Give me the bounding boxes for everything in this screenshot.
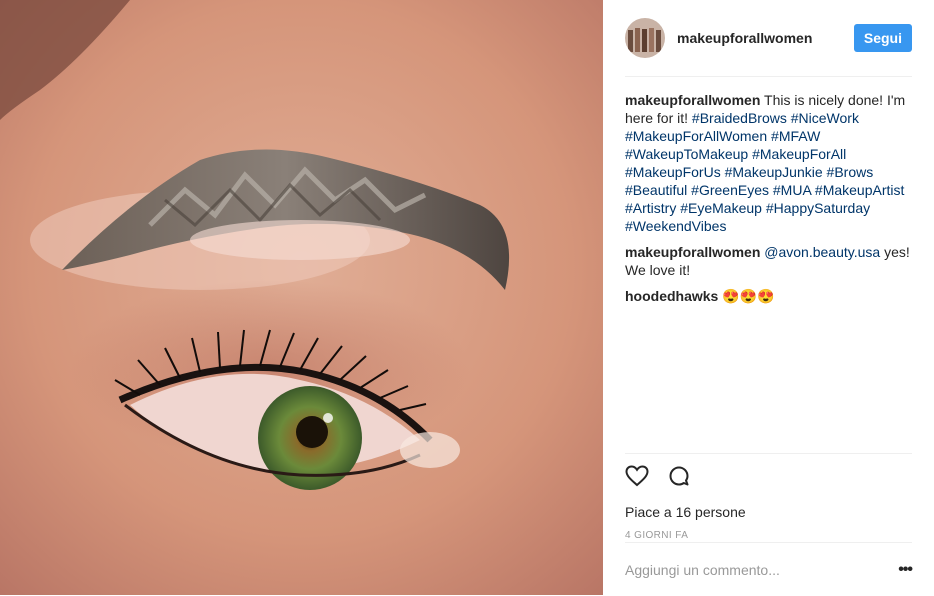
caption-comment: makeupforallwomen This is nicely done! I…	[625, 91, 912, 235]
post-timestamp: 4 GIORNI FA	[625, 530, 689, 541]
hashtag-link[interactable]: #GreenEyes	[691, 182, 769, 198]
hashtag-list: #BraidedBrows #NiceWork #MakeupForAllWom…	[625, 110, 904, 234]
action-icons	[625, 454, 912, 490]
hashtag-link[interactable]: #Beautiful	[625, 182, 687, 198]
hashtag-link[interactable]: #Artistry	[625, 200, 676, 216]
hashtag-link[interactable]: #MakeupForAllWomen	[625, 128, 767, 144]
more-options-icon[interactable]: •••	[898, 561, 913, 579]
comment-text: 😍😍😍	[722, 288, 775, 304]
mention-link[interactable]: @avon.beauty.usa	[764, 244, 880, 260]
post-header: makeupforallwomen Segui	[625, 0, 912, 77]
hashtag-link[interactable]: #MakeupArtist	[815, 182, 904, 198]
list-item: hoodedhawks 😍😍😍	[625, 287, 912, 305]
hashtag-link[interactable]: #Brows	[827, 164, 874, 180]
heart-icon[interactable]	[625, 464, 651, 490]
hashtag-link[interactable]: #HappySaturday	[766, 200, 870, 216]
add-comment-bar: •••	[625, 542, 913, 596]
hashtag-link[interactable]: #EyeMakeup	[680, 200, 762, 216]
hashtag-link[interactable]: #MFAW	[771, 128, 820, 144]
post-actions: Piace a 16 persone 4 GIORNI FA	[625, 453, 912, 541]
post-dialog: makeupforallwomen Segui makeupforallwome…	[0, 0, 934, 595]
hashtag-link[interactable]: #BraidedBrows	[692, 110, 787, 126]
hashtag-link[interactable]: #MakeupJunkie	[725, 164, 823, 180]
comment-username[interactable]: makeupforallwomen	[625, 244, 760, 260]
follow-button[interactable]: Segui	[853, 24, 912, 52]
hashtag-link[interactable]: #WakeupToMakeup	[625, 146, 748, 162]
comments-list: makeupforallwomen This is nicely done! I…	[625, 77, 912, 453]
list-item: makeupforallwomen @avon.beauty.usa yes! …	[625, 243, 912, 279]
avatar[interactable]	[625, 18, 665, 58]
comment-username[interactable]: makeupforallwomen	[625, 92, 760, 108]
hashtag-link[interactable]: #MakeupForUs	[625, 164, 721, 180]
post-photo[interactable]	[0, 0, 603, 595]
likes-count[interactable]: Piace a 16 persone	[625, 504, 912, 520]
hashtag-link[interactable]: #NiceWork	[791, 110, 859, 126]
hashtag-link[interactable]: #MUA	[773, 182, 811, 198]
post-sidebar: makeupforallwomen Segui makeupforallwome…	[603, 0, 934, 595]
comment-username[interactable]: hoodedhawks	[625, 288, 718, 304]
hashtag-link[interactable]: #WeekendVibes	[625, 218, 726, 234]
comment-input[interactable]	[625, 561, 899, 578]
post-username[interactable]: makeupforallwomen	[677, 30, 854, 46]
comment-icon[interactable]	[667, 464, 693, 490]
hashtag-link[interactable]: #MakeupForAll	[752, 146, 846, 162]
